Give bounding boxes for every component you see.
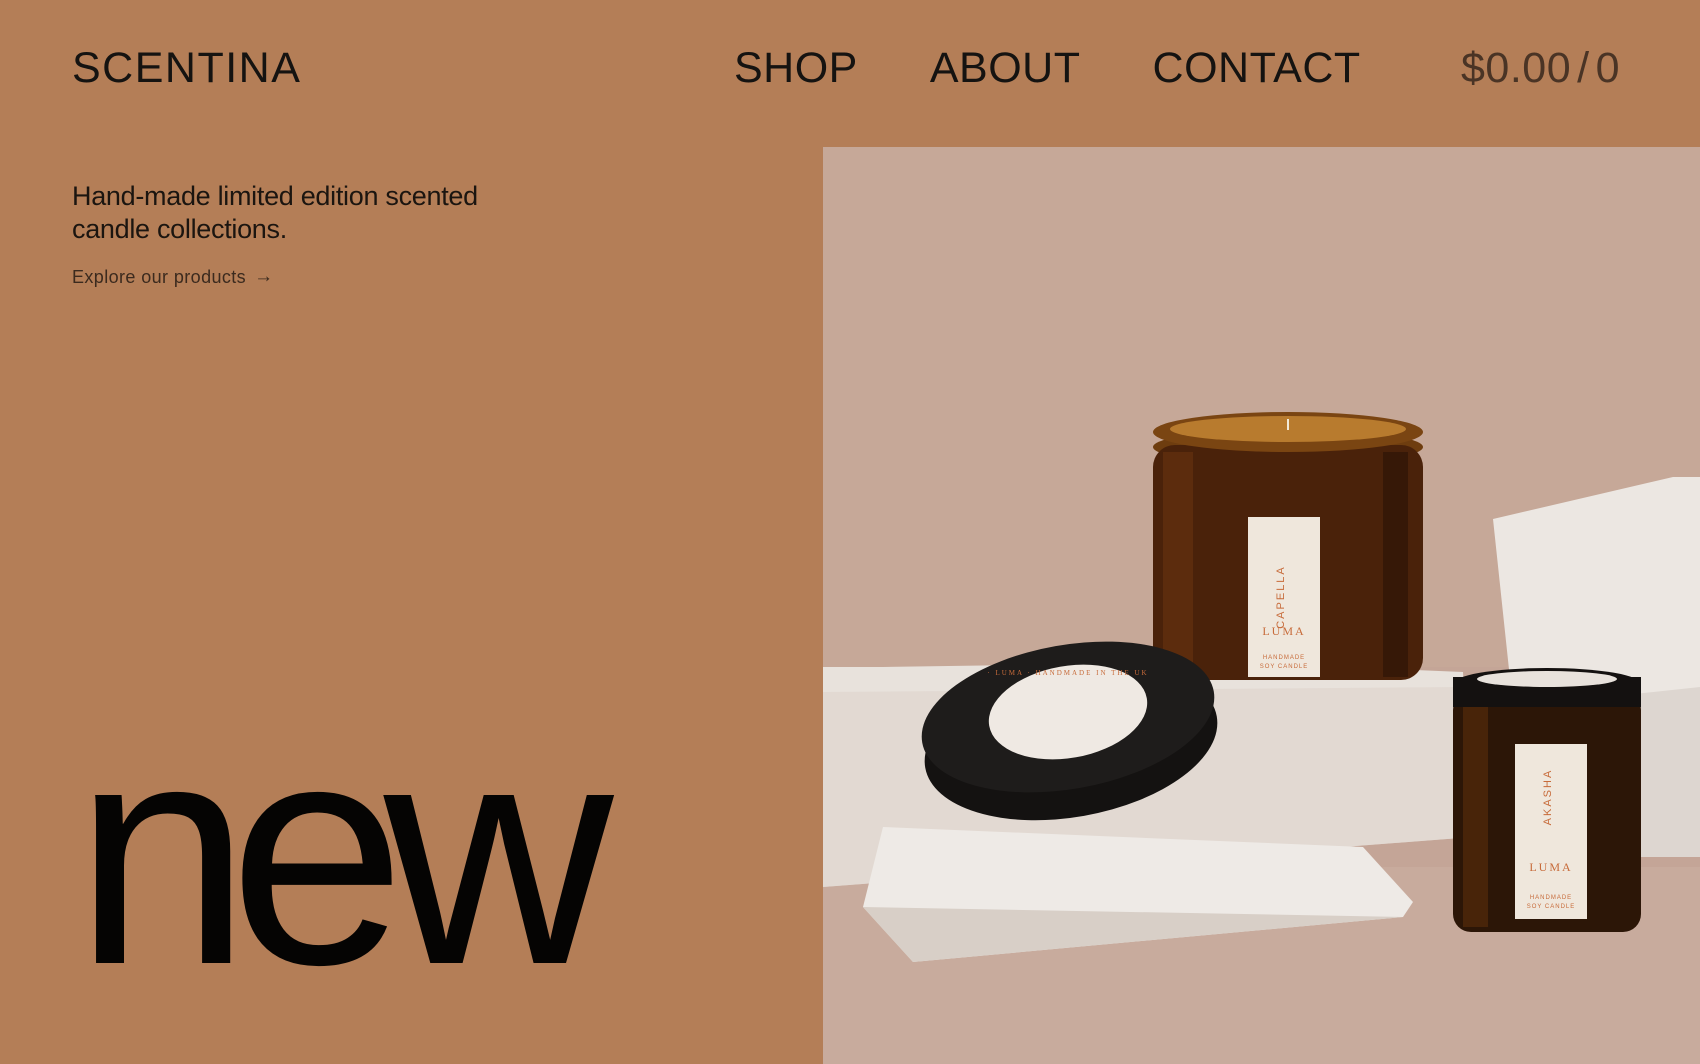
cart-amount: $0.00: [1461, 44, 1572, 92]
landing-page: SCENTINA SHOP ABOUT CONTACT $0.00/0 Hand…: [0, 0, 1700, 1064]
product-photo: CAPELLA LUMA HANDMADE SOY CANDLE · LUMA …: [823, 147, 1700, 1064]
small-candle-jar: AKASHA LUMA HANDMADE SOY CANDLE: [1453, 668, 1641, 932]
large-jar-brand: LUMA: [1262, 624, 1305, 638]
explore-label: Explore our products: [72, 266, 247, 287]
hero-tagline: Hand-made limited edition scented candle…: [72, 181, 478, 244]
large-candle-jar: CAPELLA LUMA HANDMADE SOY CANDLE: [1153, 412, 1423, 680]
explore-products-link[interactable]: Explore our products →: [72, 266, 274, 288]
cart-summary[interactable]: $0.00/0: [1461, 44, 1620, 93]
cart-count: 0: [1595, 44, 1620, 92]
main-nav: SHOP ABOUT CONTACT: [734, 44, 1361, 93]
large-jar-line-2: SOY CANDLE: [1260, 664, 1309, 670]
small-jar-line-1: HANDMADE: [1530, 895, 1572, 901]
large-jar-name: CAPELLA: [1275, 565, 1287, 629]
cart-separator: /: [1577, 44, 1590, 92]
brand-logo[interactable]: SCENTINA: [72, 44, 301, 93]
nav-about-link[interactable]: ABOUT: [930, 44, 1081, 93]
nav-contact-link[interactable]: CONTACT: [1153, 44, 1361, 93]
hero-big-word: new: [74, 676, 613, 1031]
small-jar-name: AKASHA: [1542, 769, 1554, 826]
nav-shop-link[interactable]: SHOP: [734, 44, 858, 93]
small-jar-brand: LUMA: [1529, 860, 1572, 874]
small-jar-line-2: SOY CANDLE: [1527, 904, 1576, 910]
lid-text: · LUMA · HANDMADE IN THE UK: [987, 669, 1148, 677]
arrow-right-icon: →: [254, 266, 274, 287]
large-jar-line-1: HANDMADE: [1263, 655, 1305, 661]
